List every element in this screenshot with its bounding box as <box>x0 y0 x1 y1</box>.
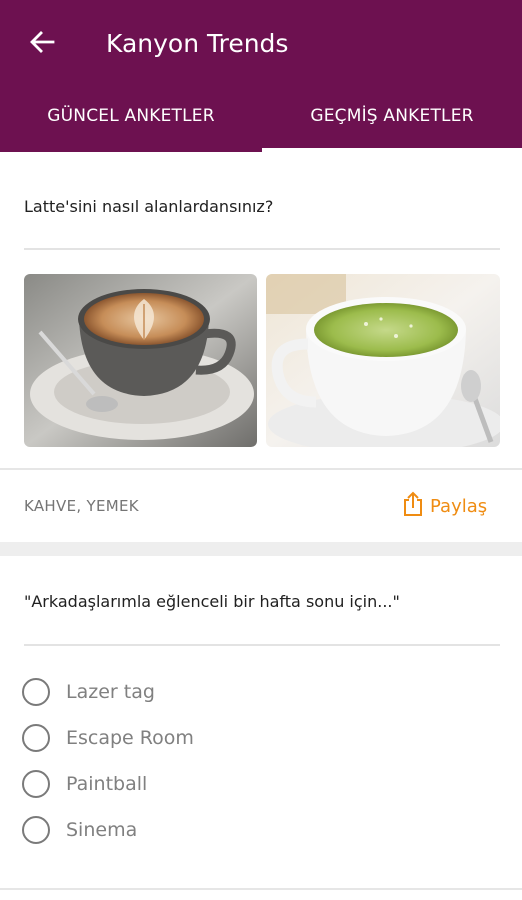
poll-2-question: "Arkadaşlarımla eğlenceli bir hafta sonu… <box>24 592 400 611</box>
poll-option-lazer-tag[interactable]: Lazer tag <box>22 675 155 709</box>
arrow-left-icon <box>29 29 55 59</box>
radio-button[interactable] <box>22 724 50 752</box>
option-label: Escape Room <box>66 727 194 749</box>
back-button[interactable] <box>22 26 62 62</box>
matcha-latte-photo[interactable] <box>266 274 500 447</box>
poll-2-footer-divider <box>0 888 522 890</box>
share-icon <box>402 491 424 522</box>
poll-1-footer-divider <box>0 468 522 470</box>
option-label: Sinema <box>66 819 138 841</box>
poll-option-sinema[interactable]: Sinema <box>22 813 137 847</box>
radio-button[interactable] <box>22 678 50 706</box>
poll-1-question: Latte'sini nasıl alanlardansınız? <box>24 197 274 216</box>
tab-selected-indicator <box>262 148 522 152</box>
poll-option-paintball[interactable]: Paintball <box>22 767 147 801</box>
option-label: Paintball <box>66 773 148 795</box>
share-button[interactable]: Paylaş <box>402 490 487 522</box>
radio-button[interactable] <box>22 770 50 798</box>
option-label: Lazer tag <box>66 681 155 703</box>
radio-button[interactable] <box>22 816 50 844</box>
poll-option-escape-room[interactable]: Escape Room <box>22 721 194 755</box>
latte-art-photo[interactable] <box>24 274 257 447</box>
app-bar: Kanyon Trends GÜNCEL ANKETLER GEÇMİŞ ANK… <box>0 0 522 152</box>
share-label: Paylaş <box>430 495 488 517</box>
tab-past-polls[interactable]: GEÇMİŞ ANKETLER <box>262 92 522 152</box>
card-separator <box>0 542 522 556</box>
poll-1-tags: KAHVE, YEMEK <box>24 497 139 515</box>
tab-current-polls[interactable]: GÜNCEL ANKETLER <box>0 92 262 152</box>
poll-1-divider <box>24 248 500 250</box>
poll-2-divider <box>24 644 500 646</box>
app-title: Kanyon Trends <box>106 29 289 58</box>
